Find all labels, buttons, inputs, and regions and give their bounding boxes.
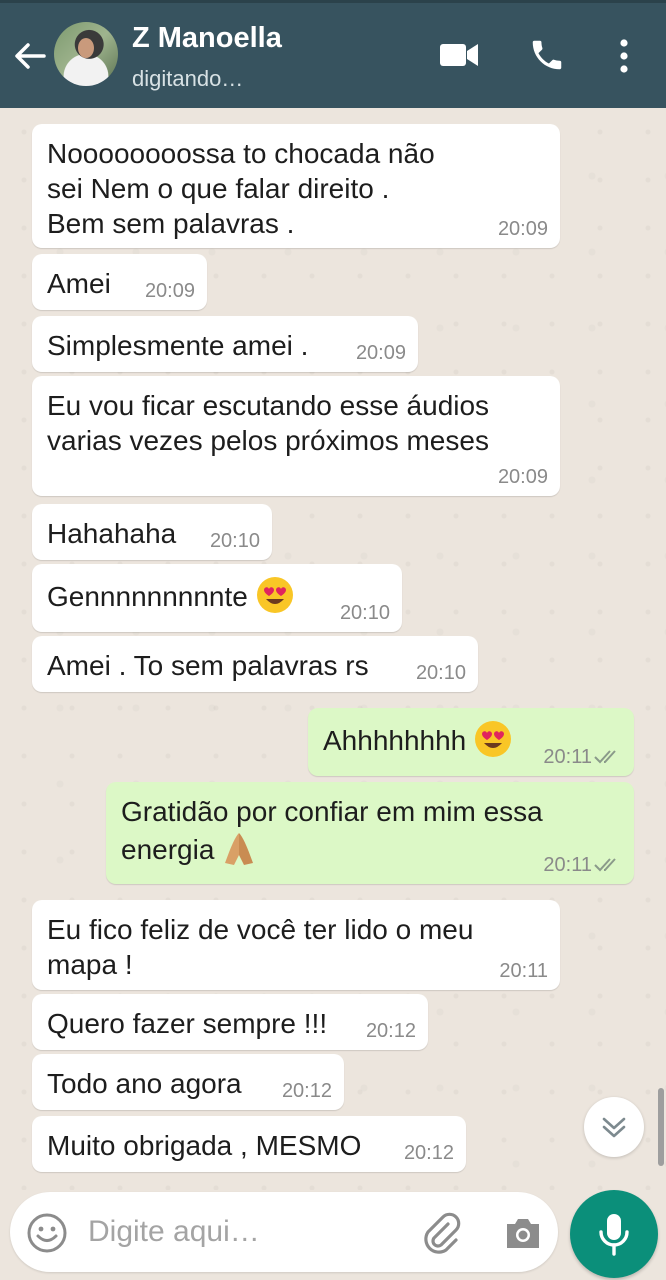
message-bubble[interactable]: Quero fazer sempre !!! 20:12 bbox=[32, 994, 428, 1050]
mic-button[interactable] bbox=[570, 1190, 658, 1278]
message-time: 20:10 bbox=[339, 602, 390, 624]
message-text: Eu fico feliz de você ter lido o meu map… bbox=[47, 914, 474, 980]
message-time: 20:10 bbox=[209, 530, 260, 552]
double-check-icon bbox=[594, 858, 616, 872]
message-bubble-outgoing[interactable]: Ahhhhhhhh 20:11 bbox=[308, 708, 634, 776]
message-time: 20:10 bbox=[415, 662, 466, 684]
scroll-to-bottom-button[interactable] bbox=[584, 1097, 644, 1157]
video-call-icon[interactable] bbox=[438, 38, 480, 72]
chevrons-down-icon bbox=[602, 1117, 626, 1138]
message-time: 20:11 bbox=[499, 960, 548, 982]
message-bubble[interactable]: Todo ano agora 20:12 bbox=[32, 1054, 344, 1110]
message-time: 20:11 bbox=[543, 854, 592, 876]
folded-hands-emoji bbox=[225, 833, 254, 865]
message-time: 20:09 bbox=[355, 342, 406, 364]
avatar[interactable] bbox=[54, 22, 118, 86]
message-bubble[interactable]: Simplesmente amei . 20:09 bbox=[32, 316, 418, 372]
message-text: Todo ano agora bbox=[47, 1068, 242, 1099]
paperclip-icon[interactable] bbox=[418, 1210, 464, 1256]
message-composer bbox=[10, 1192, 558, 1272]
contact-name[interactable]: Z Manoella bbox=[132, 22, 282, 55]
message-time: 20:11 bbox=[543, 746, 592, 768]
message-text: Amei . To sem palavras rs bbox=[47, 650, 369, 681]
message-time: 20:12 bbox=[403, 1142, 454, 1164]
message-bubble[interactable]: Amei . To sem palavras rs 20:10 bbox=[32, 636, 478, 692]
message-text: Quero fazer sempre !!! bbox=[47, 1008, 328, 1039]
message-bubble[interactable]: Gennnnnnnnnte 20:10 bbox=[32, 564, 402, 632]
message-text: Gratidão por confiar em mim essa energia bbox=[121, 796, 543, 865]
message-text: Ahhhhhhhh bbox=[323, 725, 467, 756]
heart-eyes-emoji bbox=[475, 721, 512, 757]
message-text: Noooooooossa to chocada não sei Nem o qu… bbox=[47, 138, 435, 239]
message-text: Hahahaha bbox=[47, 518, 177, 549]
phone-call-icon[interactable] bbox=[528, 36, 566, 74]
scrollbar[interactable] bbox=[658, 1088, 664, 1166]
typing-status: digitando… bbox=[132, 66, 244, 91]
emoji-icon[interactable] bbox=[26, 1212, 68, 1254]
message-bubble[interactable]: Eu fico feliz de você ter lido o meu map… bbox=[32, 900, 560, 990]
message-bubble[interactable]: Hahahaha 20:10 bbox=[32, 504, 272, 560]
message-time: 20:09 bbox=[144, 280, 195, 302]
message-bubble[interactable]: Muito obrigada , MESMO 20:12 bbox=[32, 1116, 466, 1172]
microphone-icon bbox=[599, 1214, 629, 1256]
message-time: 20:12 bbox=[365, 1020, 416, 1042]
message-input[interactable] bbox=[88, 1210, 408, 1254]
message-bubble[interactable]: Eu vou ficar escutando esse áudios varia… bbox=[32, 376, 560, 496]
message-bubble[interactable]: Amei 20:09 bbox=[32, 254, 207, 310]
message-bubble-outgoing[interactable]: Gratidão por confiar em mim essa energia… bbox=[106, 782, 634, 884]
message-text: Eu vou ficar escutando esse áudios varia… bbox=[47, 390, 490, 456]
status-bar-edge bbox=[0, 0, 666, 3]
message-text: Gennnnnnnnnte bbox=[47, 581, 248, 612]
message-text: Amei bbox=[47, 268, 111, 299]
chat-area[interactable]: Noooooooossa to chocada não sei Nem o qu… bbox=[0, 108, 666, 1190]
message-text: Simplesmente amei . bbox=[47, 330, 309, 361]
message-bubble[interactable]: Noooooooossa to chocada não sei Nem o qu… bbox=[32, 124, 560, 248]
message-time: 20:09 bbox=[497, 466, 548, 488]
chat-header: Z Manoella digitando… bbox=[0, 0, 666, 108]
message-text: Muito obrigada , MESMO bbox=[47, 1130, 362, 1161]
message-time: 20:09 bbox=[497, 218, 548, 240]
heart-eyes-emoji bbox=[256, 577, 293, 613]
camera-icon[interactable] bbox=[502, 1212, 544, 1254]
back-arrow-icon[interactable] bbox=[10, 36, 50, 76]
message-time: 20:12 bbox=[281, 1080, 332, 1102]
double-check-icon bbox=[594, 750, 616, 764]
more-options-icon[interactable] bbox=[614, 36, 634, 76]
